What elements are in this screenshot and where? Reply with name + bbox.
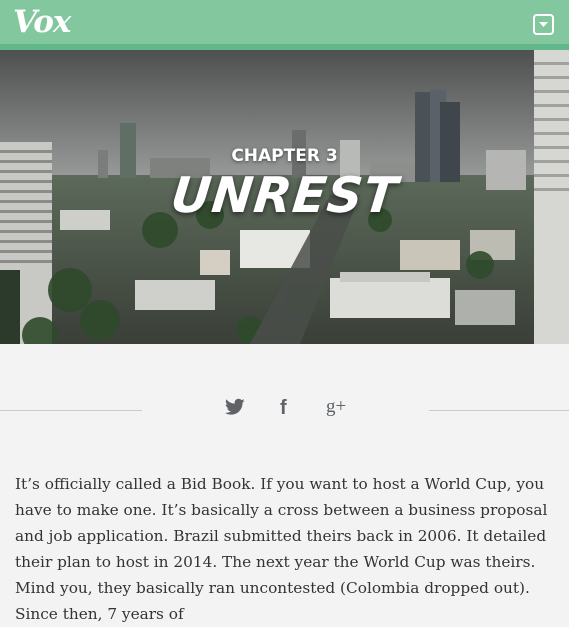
share-google-plus-button[interactable]: g+ bbox=[326, 396, 346, 418]
google-plus-icon: g+ bbox=[326, 396, 347, 417]
chapter-title: UNREST bbox=[168, 167, 401, 224]
top-navigation-bar: Vox bbox=[0, 0, 569, 44]
twitter-icon bbox=[224, 398, 245, 415]
divider-right bbox=[429, 410, 569, 411]
menu-dropdown-button[interactable] bbox=[533, 14, 554, 35]
hero-banner: CHAPTER 3 UNREST bbox=[0, 50, 569, 344]
chapter-label: CHAPTER 3 bbox=[231, 146, 338, 166]
chevron-down-icon bbox=[539, 22, 548, 27]
share-facebook-button[interactable]: f bbox=[280, 397, 287, 419]
divider-left bbox=[0, 410, 142, 411]
facebook-icon: f bbox=[280, 397, 287, 419]
share-twitter-button[interactable] bbox=[224, 398, 245, 420]
article-paragraph: It’s officially called a Bid Book. If yo… bbox=[15, 475, 548, 623]
vox-logo[interactable]: Vox bbox=[13, 4, 71, 40]
